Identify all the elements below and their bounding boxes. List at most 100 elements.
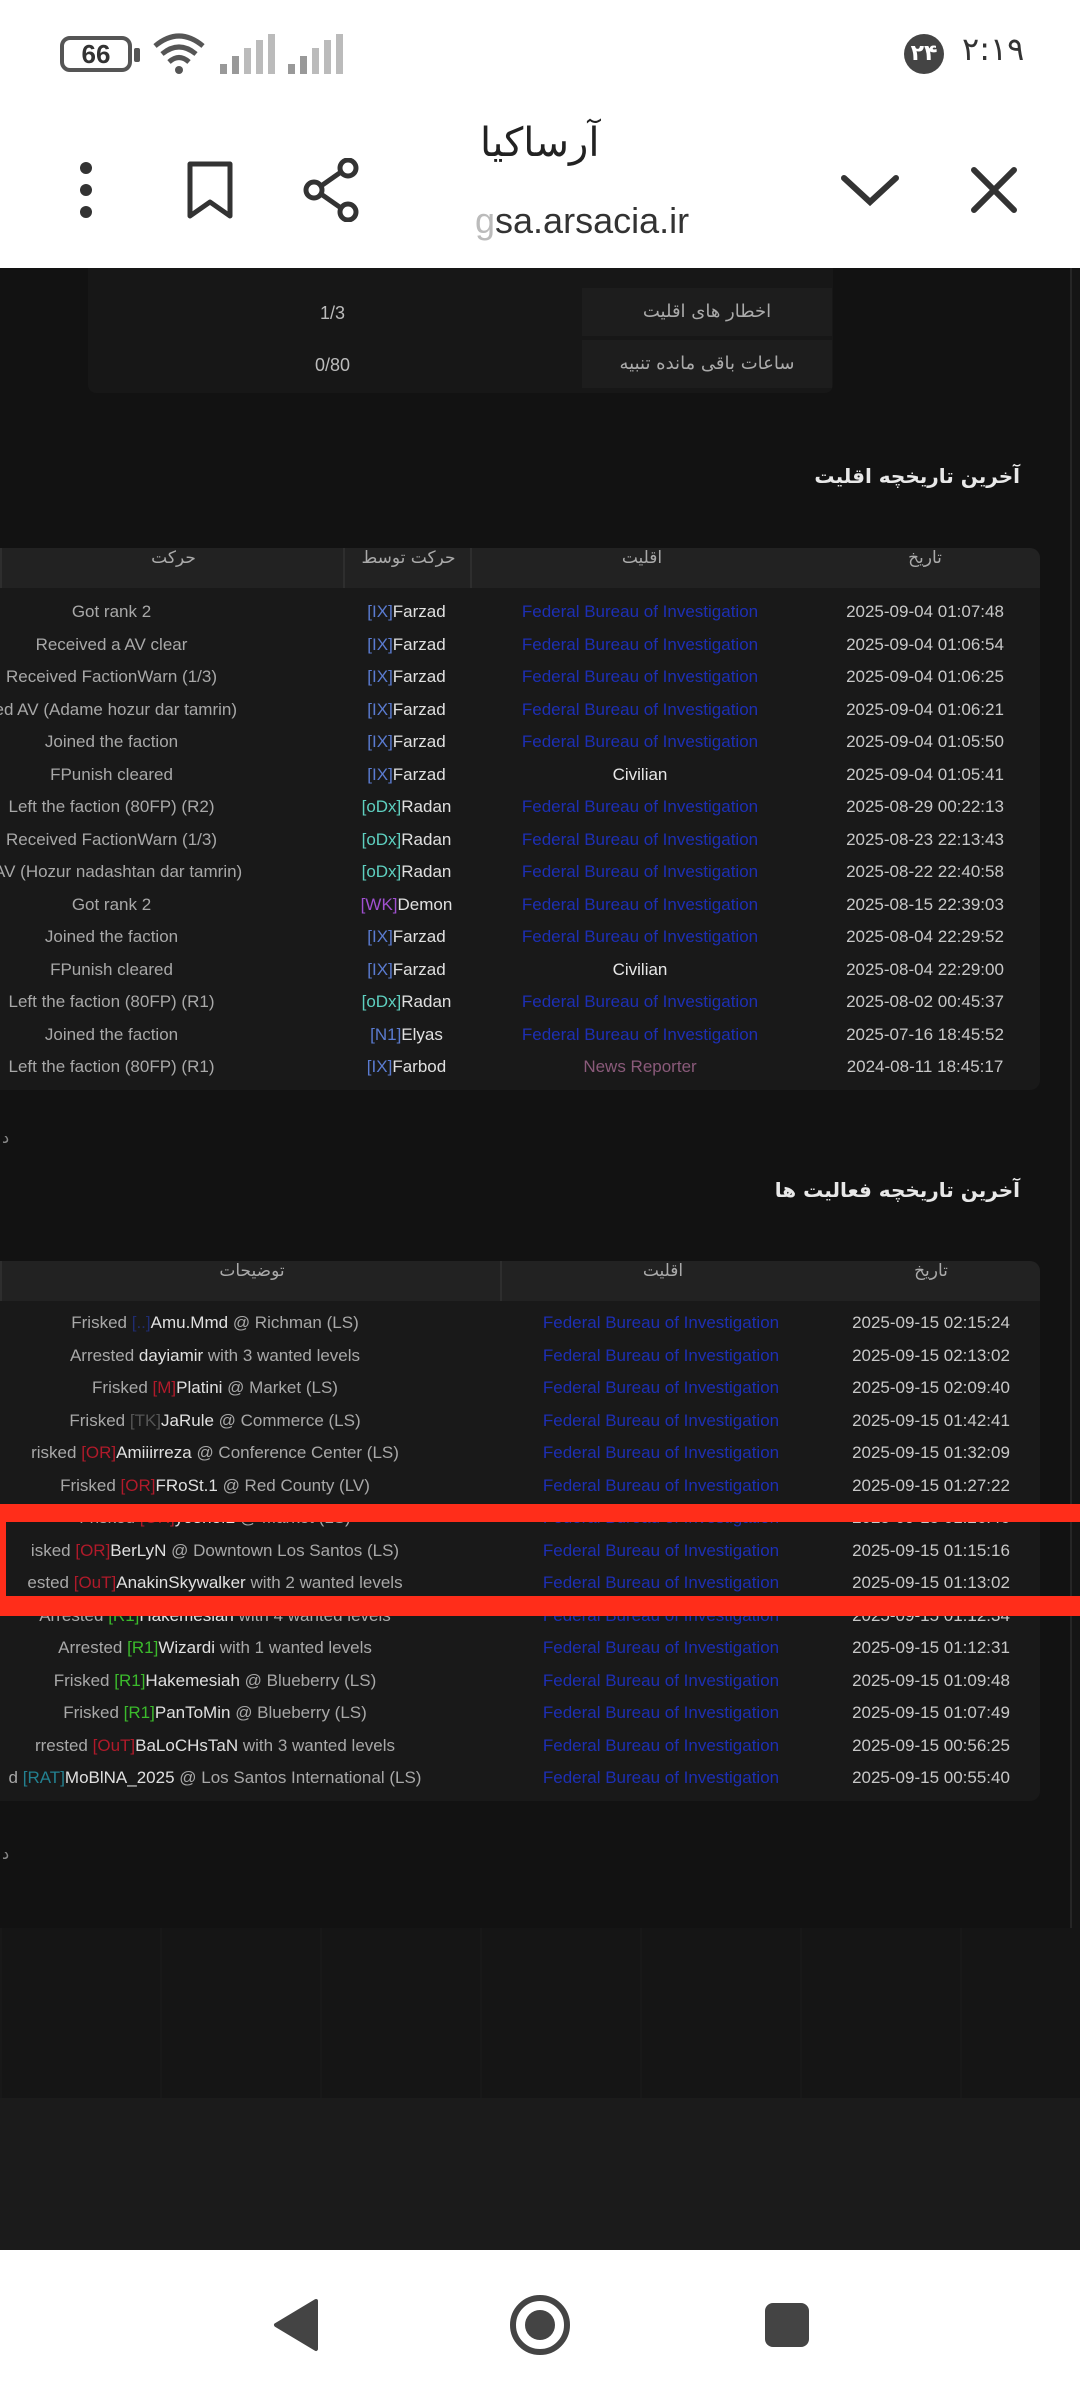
player-name: Farbod [392,1057,447,1076]
cell-date: 2025-09-15 01:09:48 [852,1670,1010,1690]
cell-date: 2025-09-04 01:07:48 [846,602,1004,621]
cell-date: 2025-08-02 00:45:37 [846,992,1004,1011]
player-tag: [OR] [75,1540,111,1560]
cell-faction: Federal Bureau of Investigation [521,992,759,1011]
cell-date: 2025-09-15 01:15:16 [852,1540,1010,1560]
cell-action: Joined the faction [44,1024,179,1044]
player-tag: [oDx] [361,862,402,881]
highlight-bar-bottom [0,1596,1080,1616]
close-icon[interactable] [954,150,1034,230]
cell-faction: Federal Bureau of Investigation [542,1443,780,1462]
cell-by: [IX]Farzad [343,921,470,953]
activity-history-rows: 2025-09-15 02:15:24 Federal Bureau of Inv… [0,1301,1040,1801]
cell-date: 2025-09-04 01:05:50 [846,732,1004,751]
share-icon[interactable] [292,150,372,230]
more-options-icon[interactable] [46,150,126,230]
cell-action: Got rank 2 [71,602,152,621]
cell-by: [IX]Farzad [343,954,470,986]
desc-action: Frisked [60,1475,116,1495]
player-name: Farzad [392,959,446,979]
table-row: 2025-09-15 01:15:16 Federal Bureau of Inv… [0,1535,1040,1568]
desc-detail: @ Downtown Los Santos (LS) [171,1540,400,1560]
table-row: 2025-09-04 01:05:50 Federal Bureau of Inv… [0,726,1040,759]
player-name: Platini [176,1378,223,1397]
cell-by: [IX]Farzad [343,629,470,661]
desc-action: Frisked [63,1703,119,1722]
page-url[interactable]: gsa.arsacia.ir [475,200,689,242]
history-more-link[interactable]: د [2,1128,9,1147]
cell-faction: Federal Bureau of Investigation [542,1735,780,1755]
table-row: 2025-09-15 02:09:40 Federal Bureau of Inv… [0,1372,1040,1405]
cell-description: isked [OR]BerLyN @ Downtown Los Santos (… [0,1535,500,1567]
col-date: تاریخ [914,1261,948,1281]
player-tag: [IX] [367,927,393,946]
cell-faction: Federal Bureau of Investigation [521,732,759,751]
wifi-icon [153,33,205,74]
summary-value: 0/80 [314,355,351,375]
page-footer-band [0,2098,1080,2250]
table-row: 2025-07-16 18:45:52 Federal Bureau of Inv… [0,1019,1040,1052]
cell-action: Received FactionWarn (1/3) [5,667,217,686]
summary-row: 1/3 اخطار های اقلیت [0,288,1080,338]
cell-by: [WK]Demon [343,889,470,921]
recent-apps-icon[interactable] [752,2290,822,2360]
bookmark-icon[interactable] [170,150,250,230]
cell-by: [IX]Farbod [343,1051,470,1083]
player-tag: [IX] [367,764,393,784]
cell-faction: Federal Bureau of Investigation [542,1768,780,1787]
player-tag: [RAT] [22,1768,65,1787]
player-name: AnakinSkywalker [116,1573,246,1592]
player-name: Amiiirreza [116,1443,192,1462]
desc-detail: @ Los Santos International (LS) [179,1768,422,1787]
table-row: 2025-09-15 00:56:25 Federal Bureau of Inv… [0,1730,1040,1763]
cell-action: FPunish cleared [50,764,173,784]
cell-description: rrested [OuT]BaLoCHsTaN with 3 wanted le… [0,1730,500,1762]
home-icon[interactable] [505,2290,575,2360]
cell-date: 2025-09-15 02:09:40 [852,1378,1010,1397]
cell-date: 2025-08-04 22:29:52 [846,927,1004,946]
cell-action: Left the faction (80FP) (R2) [8,797,215,816]
table-row: 2025-09-04 01:07:48 Federal Bureau of Inv… [0,596,1040,629]
player-tag: [IX] [367,667,393,686]
cell-action: FPunish cleared [50,959,173,979]
player-name: PanToMin [154,1703,231,1722]
activity-history-title: آخرین تاریخچه فعالیت ها [774,1178,1020,1202]
player-name: Radan [401,992,452,1011]
activity-more-link[interactable]: د [2,1844,9,1863]
player-name: JaRule [161,1410,214,1430]
table-row: 2025-09-15 01:13:02 Federal Bureau of Inv… [0,1567,1040,1600]
player-name: Wizardi [158,1638,215,1657]
desc-detail: with 2 wanted levels [250,1573,403,1592]
player-name: dayiamir [138,1345,204,1365]
cell-date: 2025-09-15 01:07:49 [852,1703,1010,1722]
table-header: تاریخ اقلیت حرکت توسط حرکت [0,548,1040,588]
desc-detail: @ Richman (LS) [232,1313,359,1332]
content-panel: 1/3 اخطار های اقلیت 0/80 ساعات باقی ماند… [0,268,1072,1928]
cell-description: risked [OR]Amiiirreza @ Conference Cente… [0,1437,500,1469]
cell-faction: News Reporter [583,1057,697,1076]
cell-date: 2025-09-15 01:27:22 [852,1475,1010,1495]
back-icon[interactable] [260,2290,330,2360]
clock: ۲:۱۹ [962,30,1025,68]
signal-icon-2 [288,34,343,74]
cell-faction: Federal Bureau of Investigation [521,634,759,654]
cell-faction: Federal Bureau of Investigation [542,1475,780,1495]
player-name: Farzad [392,602,446,621]
cell-description: Arrested [R1]Wizardi with 1 wanted level… [0,1632,500,1664]
table-row: 2025-09-04 01:05:41 Civilian [IX]Farzad FPu… [0,759,1040,792]
player-tag: [WK] [360,894,398,914]
cell-date: 2025-09-15 00:55:40 [852,1768,1010,1787]
player-tag: [IX] [367,634,393,654]
cell-faction: Civilian [612,764,668,784]
player-tag: [R1] [123,1703,155,1722]
cell-date: 2025-09-15 01:12:31 [852,1638,1010,1657]
desc-detail: @ Market (LS) [227,1378,338,1397]
player-tag: [TK] [129,1410,162,1430]
player-tag: [OR] [120,1475,156,1495]
col-date: تاریخ [908,548,942,568]
browser-toolbar: آرساکیا gsa.arsacia.ir [0,110,1080,270]
player-tag: [oDx] [361,992,402,1011]
table-row: 2025-09-04 01:06:25 Federal Bureau of Inv… [0,661,1040,694]
chevron-down-icon[interactable] [830,150,910,230]
player-name: MoBlNA_2025 [64,1768,175,1787]
